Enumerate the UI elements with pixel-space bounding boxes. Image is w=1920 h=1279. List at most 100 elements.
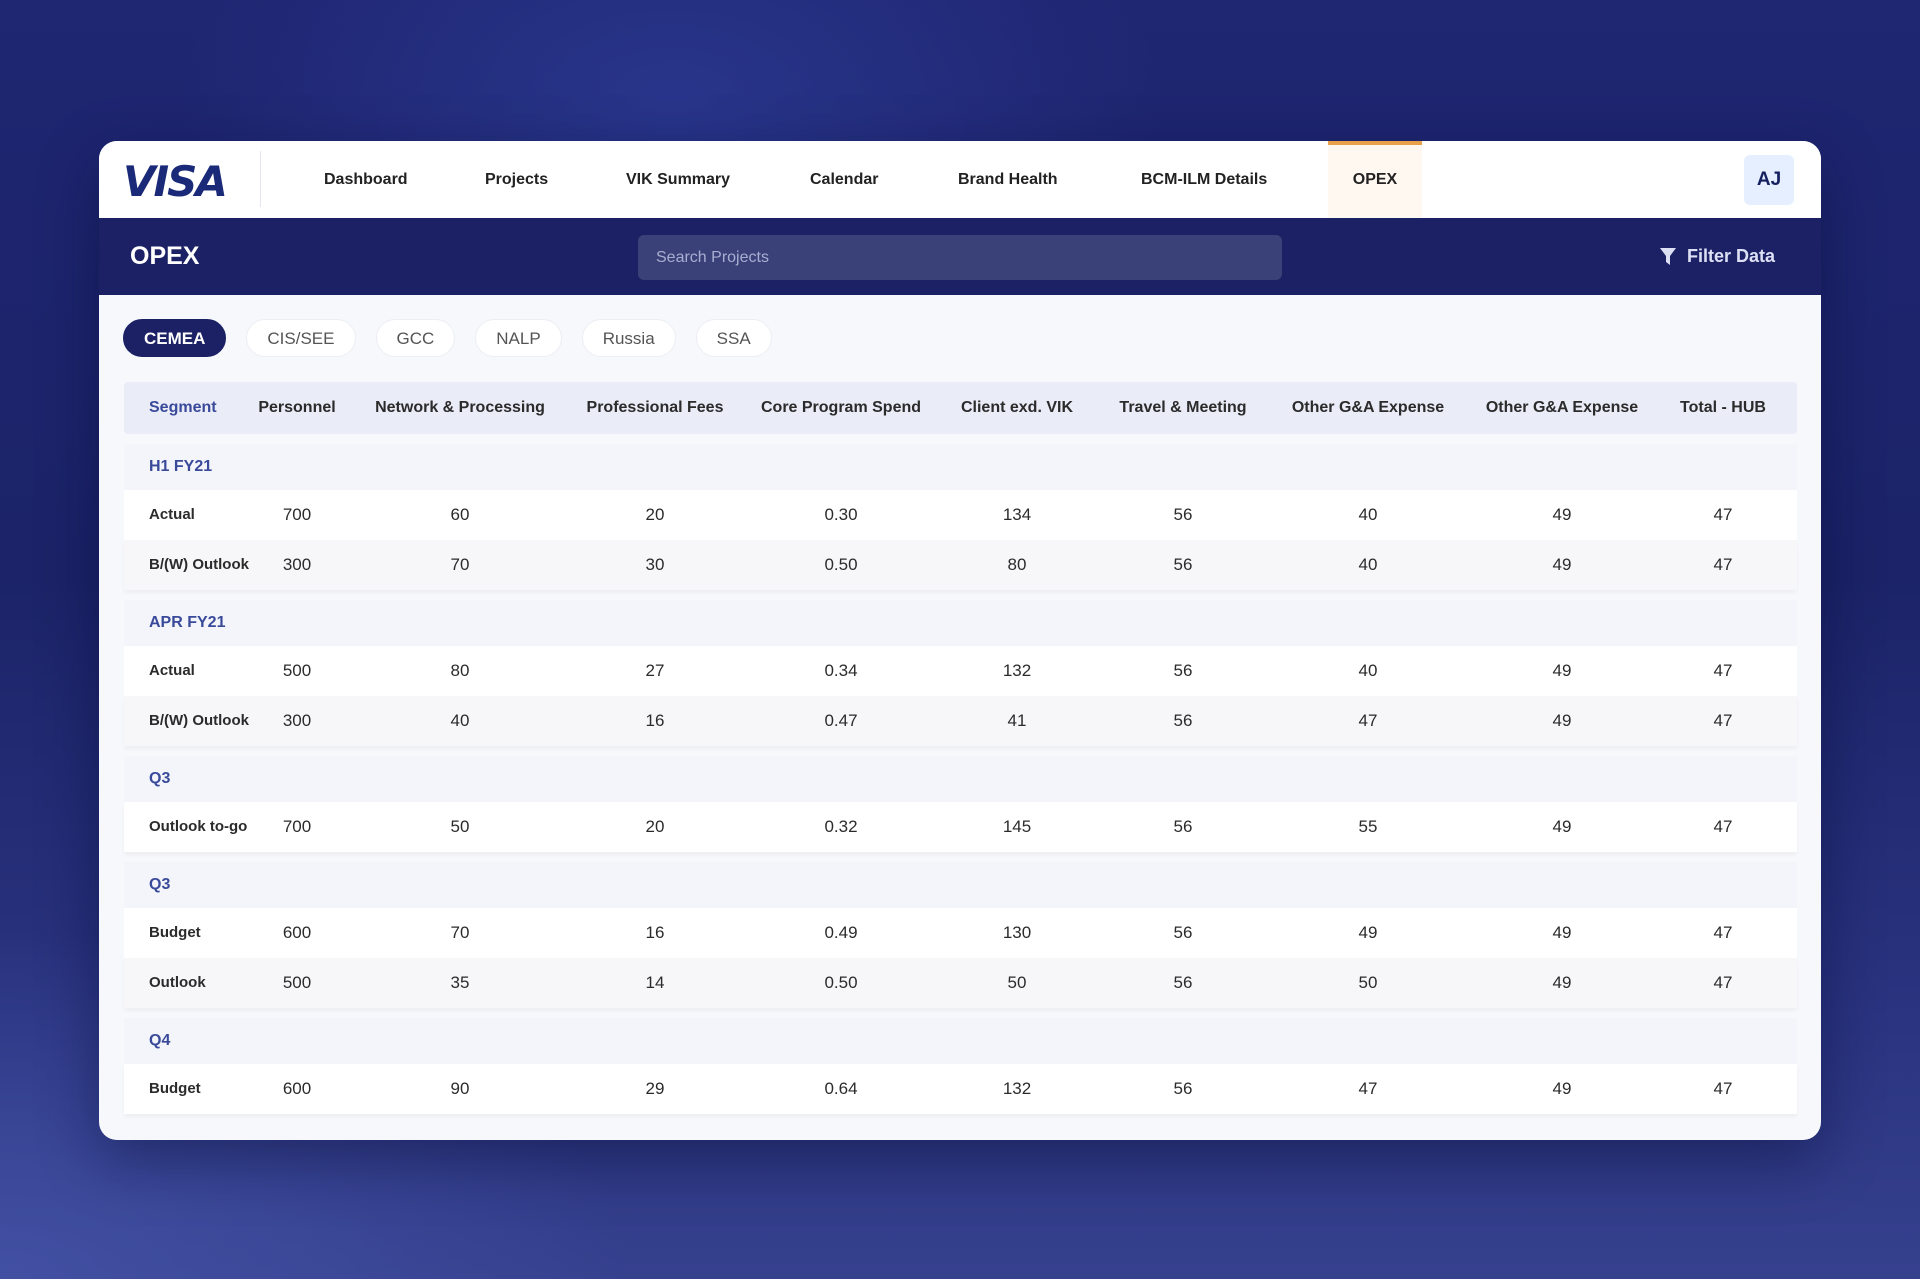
- column-header-segment[interactable]: Segment: [149, 382, 217, 434]
- opex-table: Segment Personnel Network & Processing Prof…: [124, 382, 1797, 1114]
- column-header-core-program-spend[interactable]: Core Program Spend: [761, 382, 921, 434]
- cell-other-ga-expense-1: 40: [1358, 505, 1378, 524]
- nav-opex[interactable]: OPEX: [1328, 141, 1422, 218]
- cell-other-ga-expense-1: 55: [1358, 817, 1378, 836]
- nav-brand-health[interactable]: Brand Health: [958, 141, 1058, 218]
- cell-other-ga-expense-1: 47: [1358, 1079, 1378, 1098]
- table-row[interactable]: B/(W) Outlook 300 70 30 0.50 80 56 40 49 47: [124, 540, 1797, 590]
- row-label: Outlook: [149, 974, 206, 991]
- cell-travel-meeting: 56: [1173, 661, 1193, 680]
- cell-other-ga-expense-1: 47: [1358, 711, 1378, 730]
- column-header-personnel[interactable]: Personnel: [258, 382, 335, 434]
- cell-professional-fees: 30: [645, 555, 665, 574]
- nav-calendar[interactable]: Calendar: [810, 141, 878, 218]
- chip-cis-see[interactable]: CIS/SEE: [246, 319, 356, 357]
- cell-professional-fees: 29: [645, 1079, 665, 1098]
- cell-personnel: 700: [282, 505, 312, 524]
- table-row[interactable]: Actual 500 80 27 0.34 132 56 40 49 47: [124, 646, 1797, 696]
- cell-personnel: 700: [282, 817, 312, 836]
- page-header: OPEX Filter Data: [99, 218, 1821, 295]
- table-row[interactable]: Actual 700 60 20 0.30 134 56 40 49 47: [124, 490, 1797, 540]
- cell-other-ga-expense-2: 49: [1552, 505, 1572, 524]
- cell-travel-meeting: 56: [1173, 973, 1193, 992]
- cell-personnel: 600: [282, 1079, 312, 1098]
- visa-logo[interactable]: VISA: [123, 157, 228, 206]
- table-group: H1 FY21 Actual 700 60 20 0.30 134 56 40 49 47 B/(W)…: [124, 444, 1797, 590]
- column-header-other-ga-expense-2[interactable]: Other G&A Expense: [1486, 382, 1638, 434]
- cell-personnel: 300: [282, 711, 312, 730]
- cell-network-processing: 35: [450, 973, 470, 992]
- cell-other-ga-expense-2: 49: [1552, 817, 1572, 836]
- cell-other-ga-expense-2: 49: [1552, 1079, 1572, 1098]
- cell-travel-meeting: 56: [1173, 1079, 1193, 1098]
- table-row[interactable]: Budget 600 90 29 0.64 132 56 47 49 47: [124, 1064, 1797, 1114]
- group-label: APR FY21: [124, 600, 1797, 646]
- cell-network-processing: 50: [450, 817, 470, 836]
- table-row[interactable]: Outlook 500 35 14 0.50 50 56 50 49 47: [124, 958, 1797, 1008]
- group-label: Q3: [124, 862, 1797, 908]
- cell-core-program-spend: 0.30: [824, 505, 858, 524]
- chip-ssa[interactable]: SSA: [695, 319, 772, 357]
- cell-client-exd-vik: 145: [1002, 817, 1032, 836]
- table-group: Q3 Budget 600 70 16 0.49 130 56 49 49 47 Outlook 500…: [124, 862, 1797, 1008]
- nav-projects[interactable]: Projects: [485, 141, 548, 218]
- row-label: Actual: [149, 662, 195, 679]
- column-header-other-ga-expense-1[interactable]: Other G&A Expense: [1292, 382, 1444, 434]
- table-row[interactable]: Budget 600 70 16 0.49 130 56 49 49 47: [124, 908, 1797, 958]
- cell-client-exd-vik: 80: [1007, 555, 1027, 574]
- cell-total-hub: 47: [1713, 817, 1733, 836]
- cell-other-ga-expense-2: 49: [1552, 973, 1572, 992]
- cell-other-ga-expense-2: 49: [1552, 661, 1572, 680]
- table-row[interactable]: Outlook to-go 700 50 20 0.32 145 56 55 49 47: [124, 802, 1797, 852]
- cell-total-hub: 47: [1713, 711, 1733, 730]
- filter-data-button[interactable]: Filter Data: [1659, 218, 1775, 295]
- cell-core-program-spend: 0.64: [824, 1079, 858, 1098]
- cell-other-ga-expense-2: 49: [1552, 923, 1572, 942]
- cell-professional-fees: 16: [645, 923, 665, 942]
- cell-professional-fees: 20: [645, 505, 665, 524]
- cell-travel-meeting: 56: [1173, 923, 1193, 942]
- column-header-total-hub[interactable]: Total - HUB: [1680, 382, 1766, 434]
- user-avatar[interactable]: AJ: [1744, 155, 1794, 205]
- cell-network-processing: 90: [450, 1079, 470, 1098]
- chip-nalp[interactable]: NALP: [475, 319, 562, 357]
- chip-cemea[interactable]: CEMEA: [123, 319, 227, 357]
- table-row[interactable]: B/(W) Outlook 300 40 16 0.47 41 56 47 49 47: [124, 696, 1797, 746]
- table-group: Q3 Outlook to-go 700 50 20 0.32 145 56 55 49 47: [124, 756, 1797, 852]
- group-label: H1 FY21: [124, 444, 1797, 490]
- cell-total-hub: 47: [1713, 505, 1733, 524]
- table-group: Q4 Budget 600 90 29 0.64 132 56 47 49 47: [124, 1018, 1797, 1114]
- cell-total-hub: 47: [1713, 973, 1733, 992]
- cell-other-ga-expense-2: 49: [1552, 711, 1572, 730]
- cell-travel-meeting: 56: [1173, 817, 1193, 836]
- cell-client-exd-vik: 132: [1002, 1079, 1032, 1098]
- cell-professional-fees: 27: [645, 661, 665, 680]
- search-input[interactable]: [638, 235, 1282, 280]
- column-header-network-processing[interactable]: Network & Processing: [375, 382, 545, 434]
- cell-total-hub: 47: [1713, 1079, 1733, 1098]
- cell-core-program-spend: 0.49: [824, 923, 858, 942]
- column-header-client-exd-vik[interactable]: Client exd. VIK: [961, 382, 1073, 434]
- cell-client-exd-vik: 134: [1002, 505, 1032, 524]
- table-body: H1 FY21 Actual 700 60 20 0.30 134 56 40 49 47 B/(W)…: [124, 444, 1797, 1114]
- column-header-travel-meeting[interactable]: Travel & Meeting: [1119, 382, 1246, 434]
- cell-network-processing: 40: [450, 711, 470, 730]
- chip-russia[interactable]: Russia: [581, 319, 676, 357]
- cell-other-ga-expense-2: 49: [1552, 555, 1572, 574]
- cell-total-hub: 47: [1713, 661, 1733, 680]
- column-header-professional-fees[interactable]: Professional Fees: [587, 382, 724, 434]
- region-chips: CEMEA CIS/SEE GCC NALP Russia SSA: [123, 319, 772, 357]
- cell-personnel: 500: [282, 661, 312, 680]
- nav-dashboard[interactable]: Dashboard: [324, 141, 408, 218]
- cell-core-program-spend: 0.50: [824, 973, 858, 992]
- nav-vik-summary[interactable]: VIK Summary: [626, 141, 730, 218]
- chip-gcc[interactable]: GCC: [375, 319, 456, 357]
- table-header: Segment Personnel Network & Processing Prof…: [124, 382, 1797, 434]
- filter-data-label: Filter Data: [1686, 246, 1775, 266]
- cell-client-exd-vik: 132: [1002, 661, 1032, 680]
- group-label: Q4: [124, 1018, 1797, 1064]
- nav-bcm-ilm-details[interactable]: BCM-ILM Details: [1141, 141, 1267, 218]
- cell-professional-fees: 14: [645, 973, 665, 992]
- row-label: B/(W) Outlook: [149, 556, 249, 573]
- funnel-icon: [1659, 247, 1676, 265]
